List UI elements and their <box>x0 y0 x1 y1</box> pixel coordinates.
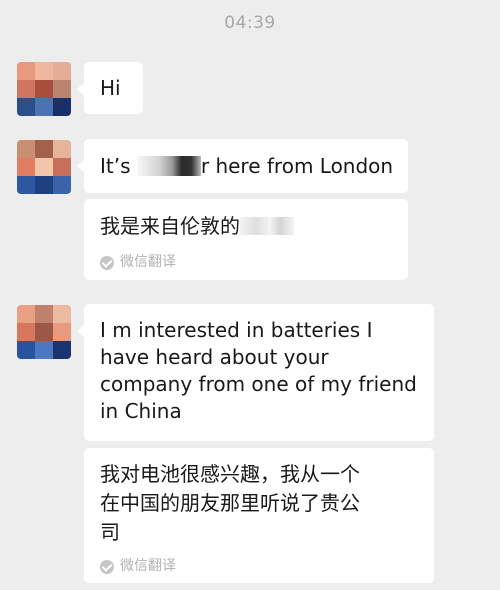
contact-avatar[interactable] <box>17 62 71 116</box>
contact-avatar[interactable] <box>17 305 71 359</box>
translation-text: 我是来自伦敦的 <box>100 213 408 240</box>
message-text: Hi <box>100 76 121 100</box>
translation-footer: 微信翻译 <box>100 553 176 580</box>
translation-label: 微信翻译 <box>120 558 176 574</box>
message-text: I m interested in batteries I have heard… <box>100 318 417 423</box>
message-bubble[interactable]: It’s r here from London <box>77 139 408 193</box>
redacted-name <box>240 216 294 235</box>
message-bubble[interactable]: I m interested in batteries I have heard… <box>77 304 434 441</box>
contact-avatar[interactable] <box>17 140 71 194</box>
translation-footer: 微信翻译 <box>100 249 176 276</box>
redacted-name <box>136 155 201 176</box>
check-circle-icon <box>100 255 114 270</box>
message-bubble[interactable]: Hi <box>77 62 143 114</box>
translation-bubble[interactable]: 我是来自伦敦的 微信翻译 <box>84 199 408 280</box>
message-timestamp: 04:39 <box>224 13 276 33</box>
translation-text: 我对电池很感兴趣，我从一个 在中国的朋友那里听说了贵公 司 <box>100 462 360 544</box>
message-text: It’s r here from London <box>100 154 394 178</box>
translation-bubble[interactable]: 我对电池很感兴趣，我从一个 在中国的朋友那里听说了贵公 司 微信翻译 <box>84 448 434 583</box>
translation-label: 微信翻译 <box>120 254 176 270</box>
check-circle-icon <box>100 559 114 574</box>
